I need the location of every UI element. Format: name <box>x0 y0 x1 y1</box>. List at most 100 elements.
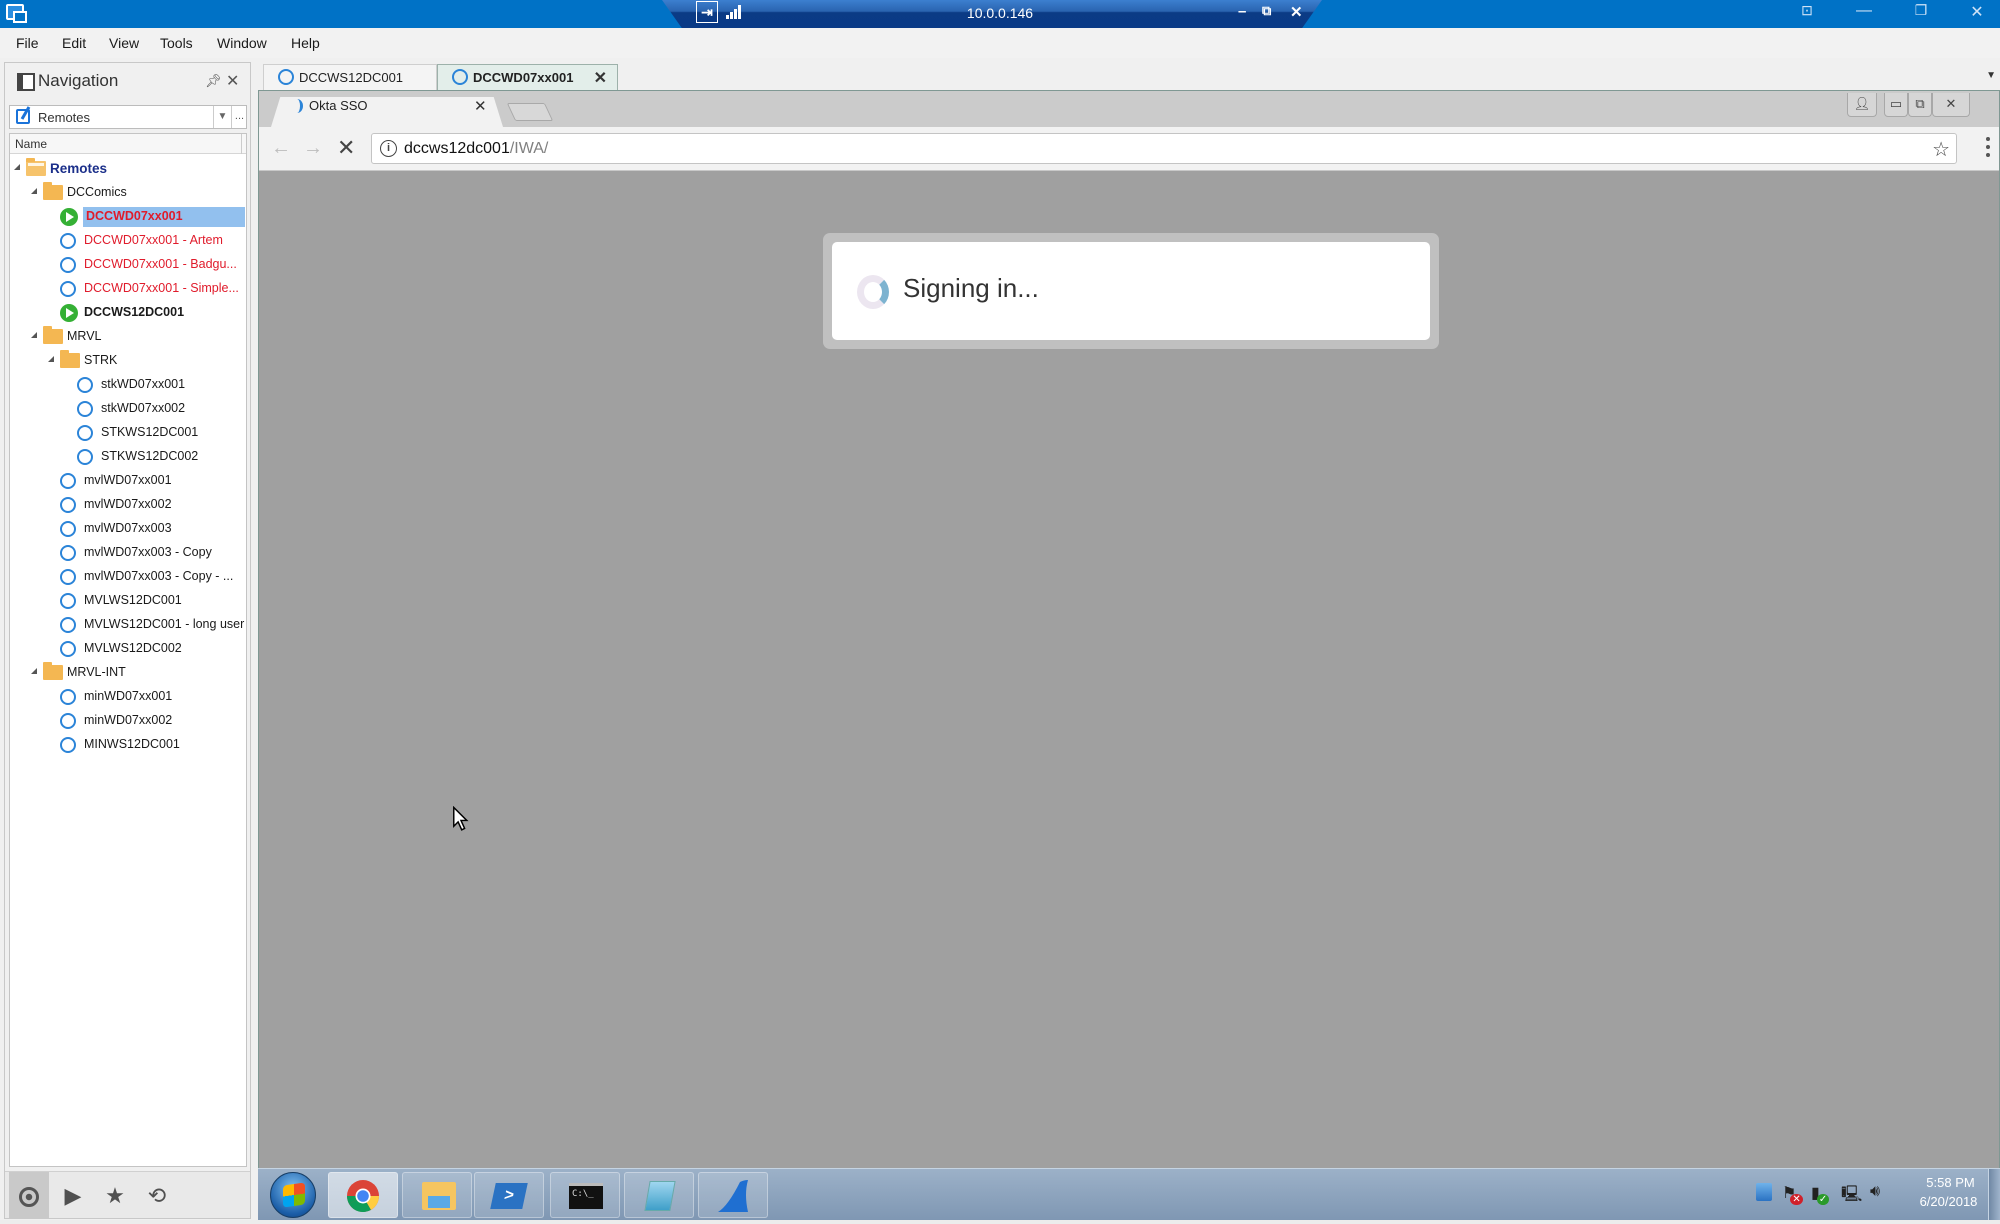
chevron-down-icon[interactable]: ▼ <box>213 106 231 128</box>
tab-dccwd07xx001[interactable]: DCCWD07xx001 ✕ <box>437 64 618 90</box>
tree-item[interactable]: mvlWD07xx003 <box>10 518 246 540</box>
close-tab-icon[interactable]: ✕ <box>594 68 607 88</box>
star-icon[interactable]: ★ <box>95 1172 135 1219</box>
window-restore-button[interactable]: ❐ <box>1906 2 1936 19</box>
expand-toggle-icon[interactable] <box>31 188 37 194</box>
tree-item[interactable]: mvlWD07xx002 <box>10 494 246 516</box>
tree-item[interactable]: MVLWS12DC001 <box>10 590 246 612</box>
tree-folder[interactable]: MRVL-INT <box>10 662 246 684</box>
menu-window[interactable]: Window <box>217 35 267 51</box>
tree-item[interactable]: DCCWD07xx001 - Simple... <box>10 278 246 300</box>
tree-item-label: minWD07xx002 <box>84 713 173 727</box>
taskbar-command-prompt[interactable]: C:\_ <box>550 1172 620 1218</box>
menu-edit[interactable]: Edit <box>62 35 86 51</box>
tab-dccws12dc001[interactable]: DCCWS12DC001 <box>263 64 437 90</box>
expand-toggle-icon[interactable] <box>31 668 37 674</box>
clock-time[interactable]: 5:58 PM <box>1913 1175 1988 1190</box>
tree-item[interactable]: MINWS12DC001 <box>10 734 246 756</box>
taskbar-file-explorer[interactable] <box>402 1172 472 1218</box>
browser-minimize-button[interactable]: ▭ <box>1884 93 1908 117</box>
windows-update-tray-icon[interactable] <box>1756 1183 1772 1201</box>
browser-restore-button[interactable]: ⧉ <box>1908 93 1932 117</box>
record-icon[interactable] <box>9 1172 49 1219</box>
expand-toggle-icon[interactable] <box>31 332 37 338</box>
browser-close-button[interactable]: ✕ <box>1932 93 1970 117</box>
show-desktop-button[interactable] <box>1988 1169 2000 1221</box>
menu-tools[interactable]: Tools <box>160 35 193 51</box>
tree-item[interactable]: mvlWD07xx003 - Copy <box>10 542 246 564</box>
folder-icon <box>26 158 46 176</box>
taskbar-wireshark[interactable] <box>698 1172 768 1218</box>
back-icon[interactable]: ← <box>271 137 291 160</box>
tree-item[interactable]: minWD07xx002 <box>10 710 246 732</box>
expand-toggle-icon[interactable] <box>48 356 54 362</box>
window-minimize-button[interactable]: — <box>1849 2 1879 20</box>
tree-item[interactable]: STKWS12DC001 <box>10 422 246 444</box>
tree-item[interactable]: DCCWD07xx001 - Badgu... <box>10 254 246 276</box>
window-close-button[interactable]: ✕ <box>1962 2 1992 22</box>
tree-item[interactable]: STKWS12DC002 <box>10 446 246 468</box>
tree-item[interactable]: DCCWD07xx001 <box>10 206 246 228</box>
tree-item[interactable]: mvlWD07xx003 - Copy - ... <box>10 566 246 588</box>
history-icon[interactable]: ⟲ <box>137 1172 177 1219</box>
menu-file[interactable]: File <box>16 35 39 51</box>
column-header-name[interactable]: Name <box>10 134 246 154</box>
volume-icon[interactable]: 🔊︎ <box>1870 1183 1880 1201</box>
remote-minimize-button[interactable]: – <box>1238 3 1246 20</box>
tree-item[interactable]: DCCWS12DC001 <box>10 302 246 324</box>
folder-icon <box>43 662 63 680</box>
taskbar-powershell[interactable]: > <box>474 1172 544 1218</box>
new-tab-button[interactable] <box>506 103 554 121</box>
expand-toggle-icon[interactable] <box>14 164 20 170</box>
menu-view[interactable]: View <box>109 35 139 51</box>
safely-remove-hardware-icon[interactable]: ▮✓ <box>1811 1183 1832 1205</box>
forward-icon[interactable]: → <box>303 137 323 160</box>
tree-item[interactable]: MVLWS12DC001 - long user <box>10 614 246 636</box>
action-center-flag-icon[interactable]: ⚑✕ <box>1782 1183 1809 1205</box>
address-bar[interactable]: i dccws12dc001/IWA/ ☆ <box>371 133 1957 164</box>
signal-strength-icon <box>726 5 742 19</box>
taskbar-notepad[interactable] <box>624 1172 694 1218</box>
tree-item[interactable]: stkWD07xx002 <box>10 398 246 420</box>
network-icon[interactable]: 🖳︎ <box>1841 1183 1862 1210</box>
app-icon[interactable] <box>6 4 27 23</box>
close-browser-tab-icon[interactable]: ✕ <box>474 97 487 115</box>
menu-help[interactable]: Help <box>291 35 320 51</box>
taskbar-chrome[interactable] <box>328 1172 398 1218</box>
tree-item[interactable]: MVLWS12DC002 <box>10 638 246 660</box>
play-icon[interactable]: ▶ <box>53 1172 93 1219</box>
tree-folder[interactable]: MRVL <box>10 326 246 348</box>
tree-folder[interactable]: Remotes <box>10 158 246 180</box>
start-button[interactable] <box>270 1172 316 1218</box>
tabs-dropdown-icon[interactable]: ▼ <box>1986 70 1996 81</box>
tree-item-label: Remotes <box>50 161 108 176</box>
window-snap-icon[interactable]: ⊡ <box>1792 2 1822 19</box>
remote-restore-button[interactable]: ⧉ <box>1262 3 1271 19</box>
tree-item[interactable]: mvlWD07xx001 <box>10 470 246 492</box>
remotes-tree: Name Remotes DCComics DCCWD07xx001 DCCWD07x… <box>9 133 247 1167</box>
tree-item[interactable]: minWD07xx001 <box>10 686 246 708</box>
more-options-button[interactable]: ... <box>231 106 247 128</box>
tree-item[interactable]: DCCWD07xx001 - Artem <box>10 230 246 252</box>
folder-icon <box>43 326 63 344</box>
profile-icon[interactable]: 👤︎ <box>1847 93 1877 117</box>
remote-desktop-icon <box>60 641 76 657</box>
loading-spinner-icon <box>291 99 303 113</box>
tree-folder[interactable]: DCComics <box>10 182 246 204</box>
tree-folder[interactable]: STRK <box>10 350 246 372</box>
browser-menu-icon[interactable] <box>1985 135 1991 159</box>
remote-desktop-icon <box>60 689 76 705</box>
remote-close-button[interactable]: ✕ <box>1290 3 1303 21</box>
close-panel-icon[interactable]: ✕ <box>226 71 239 91</box>
info-icon[interactable]: i <box>380 140 397 157</box>
stop-loading-icon[interactable]: ✕ <box>337 135 355 161</box>
bookmark-star-icon[interactable]: ☆ <box>1932 137 1950 162</box>
tree-item-label: DCCWS12DC001 <box>84 305 185 319</box>
clock-date[interactable]: 6/20/2018 <box>1906 1194 1991 1209</box>
tree-item[interactable]: stkWD07xx001 <box>10 374 246 396</box>
pin-icon[interactable]: 📌︎ <box>205 73 222 89</box>
browser-tab-okta-sso[interactable] <box>271 97 503 127</box>
pin-connection-bar-icon[interactable]: ⇥ <box>696 1 718 23</box>
navigation-source-select[interactable]: Remotes ▼ ... <box>9 105 247 129</box>
url-text: dccws12dc001/IWA/ <box>404 140 548 158</box>
